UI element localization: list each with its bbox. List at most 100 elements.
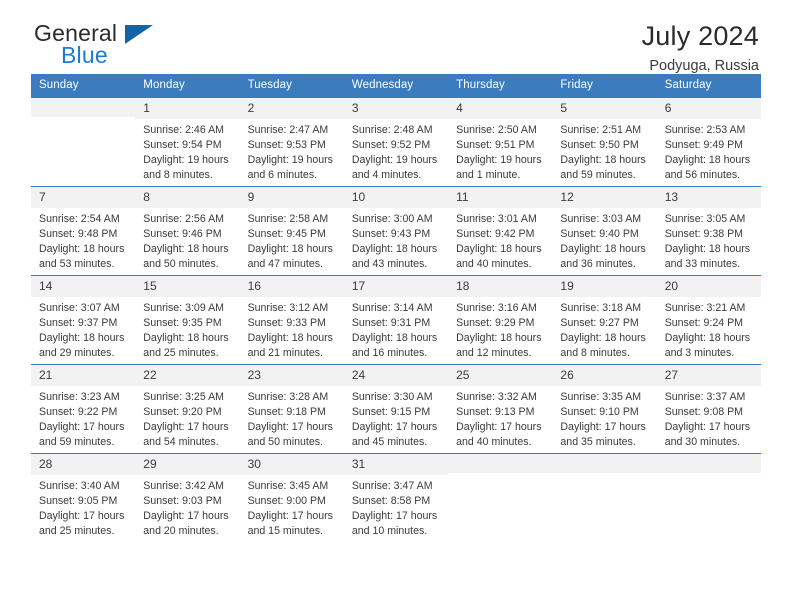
sunrise-text: Sunrise: 3:00 AM (351, 213, 433, 225)
day-sun-info: Sunrise: 3:05 AM Sunset: 9:38 PM Daylight:… (657, 208, 761, 272)
sunset-text: Sunset: 9:27 PM (560, 317, 639, 330)
calendar-day-cell[interactable]: 3 Sunrise: 2:48 AM Sunset: 9:52 PM Daylight… (343, 98, 449, 186)
day-sun-info: Sunrise: 3:09 AM Sunset: 9:35 PM Daylight:… (135, 297, 239, 361)
logo-text-blue: Blue (61, 42, 108, 68)
calendar-day-cell[interactable]: 23 Sunrise: 3:28 AM Sunset: 9:18 PM Dayligh… (239, 365, 344, 453)
calendar-day-cell[interactable]: 6 Sunrise: 2:53 AM Sunset: 9:49 PM Daylight… (656, 98, 761, 186)
calendar-day-cell[interactable]: 10 Sunrise: 3:00 AM Sunset: 9:43 PM Dayligh… (343, 187, 449, 275)
sunrise-text: Sunrise: 3:16 AM (456, 302, 537, 314)
calendar-day-cell[interactable]: 31 Sunrise: 3:47 AM Sunset: 8:58 PM Dayligh… (343, 454, 449, 543)
day-sun-info: Sunrise: 3:01 AM Sunset: 9:42 PM Daylight:… (448, 208, 552, 272)
sunrise-text: Sunrise: 2:48 AM (351, 124, 433, 136)
sunset-text: Sunset: 9:43 PM (351, 228, 431, 241)
calendar-day-cell[interactable]: 19 Sunrise: 3:18 AM Sunset: 9:27 PM Dayligh… (552, 276, 657, 364)
daylight-text: Daylight: 17 hours and 35 minutes. (560, 421, 646, 449)
day-sun-info: Sunrise: 3:32 AM Sunset: 9:13 PM Daylight:… (448, 386, 552, 450)
calendar-day-cell[interactable]: 21 Sunrise: 3:23 AM Sunset: 9:22 PM Dayligh… (31, 365, 136, 453)
calendar-day-cell[interactable]: 11 Sunrise: 3:01 AM Sunset: 9:42 PM Dayligh… (448, 187, 553, 275)
sunset-text: Sunset: 9:54 PM (143, 139, 222, 152)
sunrise-text: Sunrise: 3:18 AM (560, 302, 642, 314)
day-number (656, 454, 761, 473)
sunrise-text: Sunrise: 2:53 AM (664, 124, 746, 136)
sunset-text: Sunset: 9:10 PM (560, 406, 639, 419)
calendar-day-cell-empty (31, 98, 136, 186)
calendar-day-cell[interactable]: 18 Sunrise: 3:16 AM Sunset: 9:29 PM Dayligh… (448, 276, 553, 364)
day-sun-info: Sunrise: 3:12 AM Sunset: 9:33 PM Daylight:… (240, 297, 344, 361)
calendar-day-cell[interactable]: 13 Sunrise: 3:05 AM Sunset: 9:38 PM Dayligh… (656, 187, 761, 275)
sunrise-text: Sunrise: 3:35 AM (560, 391, 642, 403)
calendar-day-cell[interactable]: 15 Sunrise: 3:09 AM Sunset: 9:35 PM Dayligh… (135, 276, 240, 364)
sunrise-text: Sunrise: 3:07 AM (39, 302, 120, 314)
day-number: 13 (656, 187, 761, 208)
calendar-week-row: 28 Sunrise: 3:40 AM Sunset: 9:05 PM Dayligh… (31, 453, 761, 543)
day-number: 25 (448, 365, 553, 386)
calendar-day-cell[interactable]: 12 Sunrise: 3:03 AM Sunset: 9:40 PM Dayligh… (552, 187, 657, 275)
daylight-text: Daylight: 18 hours and 25 minutes. (143, 332, 229, 360)
calendar-day-cell[interactable]: 29 Sunrise: 3:42 AM Sunset: 9:03 PM Dayligh… (135, 454, 240, 543)
daylight-text: Daylight: 17 hours and 15 minutes. (247, 510, 333, 538)
day-sun-info: Sunrise: 3:23 AM Sunset: 9:22 PM Daylight:… (31, 386, 135, 450)
daylight-text: Daylight: 18 hours and 8 minutes. (560, 332, 646, 360)
calendar-day-cell[interactable]: 9 Sunrise: 2:58 AM Sunset: 9:45 PM Daylight… (239, 187, 344, 275)
calendar-day-cell[interactable]: 24 Sunrise: 3:30 AM Sunset: 9:15 PM Dayligh… (343, 365, 449, 453)
calendar-day-cell[interactable]: 30 Sunrise: 3:45 AM Sunset: 9:00 PM Dayligh… (239, 454, 344, 543)
daylight-text: Daylight: 18 hours and 40 minutes. (456, 243, 542, 271)
calendar-day-cell[interactable]: 1 Sunrise: 2:46 AM Sunset: 9:54 PM Daylight… (135, 98, 240, 186)
sunset-text: Sunset: 9:31 PM (351, 317, 431, 330)
day-sun-info: Sunrise: 2:51 AM Sunset: 9:50 PM Daylight:… (552, 119, 656, 183)
weekday-header-tuesday: Tuesday (239, 74, 344, 98)
sunrise-text: Sunrise: 3:37 AM (664, 391, 746, 403)
day-sun-info: Sunrise: 2:56 AM Sunset: 9:46 PM Daylight:… (135, 208, 239, 272)
calendar-day-cell[interactable]: 20 Sunrise: 3:21 AM Sunset: 9:24 PM Dayligh… (656, 276, 761, 364)
daylight-text: Daylight: 17 hours and 25 minutes. (39, 510, 125, 538)
calendar-week-row: 14 Sunrise: 3:07 AM Sunset: 9:37 PM Dayligh… (31, 275, 761, 365)
day-number: 12 (552, 187, 657, 208)
sunrise-text: Sunrise: 3:21 AM (664, 302, 746, 314)
day-sun-info: Sunrise: 2:58 AM Sunset: 9:45 PM Daylight:… (240, 208, 344, 272)
day-sun-info: Sunrise: 3:00 AM Sunset: 9:43 PM Daylight:… (344, 208, 448, 272)
calendar-day-cell[interactable]: 27 Sunrise: 3:37 AM Sunset: 9:08 PM Dayligh… (656, 365, 761, 453)
day-number: 17 (343, 276, 449, 297)
day-sun-info: Sunrise: 3:35 AM Sunset: 9:10 PM Daylight:… (552, 386, 656, 450)
day-number: 3 (343, 98, 449, 119)
sunset-text: Sunset: 9:03 PM (143, 495, 222, 508)
calendar-day-cell[interactable]: 14 Sunrise: 3:07 AM Sunset: 9:37 PM Dayligh… (31, 276, 136, 364)
calendar-day-cell[interactable]: 2 Sunrise: 2:47 AM Sunset: 9:53 PM Daylight… (239, 98, 344, 186)
sunrise-text: Sunrise: 3:42 AM (143, 480, 224, 492)
day-number: 1 (135, 98, 240, 119)
day-number: 21 (31, 365, 136, 386)
daylight-text: Daylight: 18 hours and 50 minutes. (143, 243, 229, 271)
day-sun-info: Sunrise: 3:30 AM Sunset: 9:15 PM Daylight:… (344, 386, 448, 450)
page-title: July 2024 (641, 21, 759, 51)
day-number: 23 (239, 365, 344, 386)
day-number (552, 454, 657, 473)
day-sun-info: Sunrise: 3:21 AM Sunset: 9:24 PM Daylight:… (657, 297, 761, 361)
general-blue-logo: General Blue (31, 22, 161, 78)
sunrise-text: Sunrise: 3:40 AM (39, 480, 120, 492)
calendar-day-cell[interactable]: 22 Sunrise: 3:25 AM Sunset: 9:20 PM Dayligh… (135, 365, 240, 453)
day-number: 16 (239, 276, 344, 297)
sunrise-text: Sunrise: 2:54 AM (39, 213, 120, 225)
sunset-text: Sunset: 9:42 PM (456, 228, 535, 241)
calendar-day-cell[interactable]: 25 Sunrise: 3:32 AM Sunset: 9:13 PM Dayligh… (448, 365, 553, 453)
calendar-day-cell[interactable]: 17 Sunrise: 3:14 AM Sunset: 9:31 PM Dayligh… (343, 276, 449, 364)
calendar-day-cell[interactable]: 7 Sunrise: 2:54 AM Sunset: 9:48 PM Daylight… (31, 187, 136, 275)
day-number: 27 (656, 365, 761, 386)
calendar-day-cell[interactable]: 5 Sunrise: 2:51 AM Sunset: 9:50 PM Daylight… (552, 98, 657, 186)
day-sun-info: Sunrise: 3:45 AM Sunset: 9:00 PM Daylight:… (240, 475, 344, 539)
daylight-text: Daylight: 19 hours and 1 minute. (456, 154, 542, 182)
calendar-day-cell[interactable]: 28 Sunrise: 3:40 AM Sunset: 9:05 PM Dayligh… (31, 454, 136, 543)
sunset-text: Sunset: 9:48 PM (39, 228, 118, 241)
calendar-day-cell[interactable]: 8 Sunrise: 2:56 AM Sunset: 9:46 PM Daylight… (135, 187, 240, 275)
calendar-day-cell[interactable]: 26 Sunrise: 3:35 AM Sunset: 9:10 PM Dayligh… (552, 365, 657, 453)
calendar-day-cell[interactable]: 4 Sunrise: 2:50 AM Sunset: 9:51 PM Daylight… (448, 98, 553, 186)
day-number (448, 454, 553, 473)
calendar-day-cell[interactable]: 16 Sunrise: 3:12 AM Sunset: 9:33 PM Dayligh… (239, 276, 344, 364)
day-number: 14 (31, 276, 136, 297)
sunset-text: Sunset: 9:35 PM (143, 317, 222, 330)
day-number: 2 (239, 98, 344, 119)
sunrise-text: Sunrise: 3:23 AM (39, 391, 120, 403)
sunset-text: Sunset: 9:05 PM (39, 495, 118, 508)
daylight-text: Daylight: 18 hours and 59 minutes. (560, 154, 646, 182)
daylight-text: Daylight: 18 hours and 36 minutes. (560, 243, 646, 271)
